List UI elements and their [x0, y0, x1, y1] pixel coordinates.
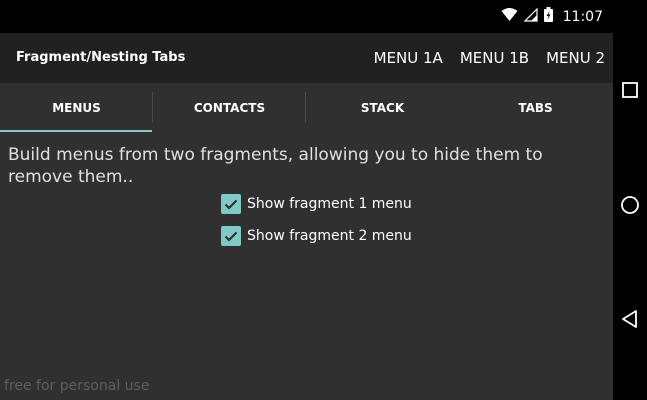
content-area: Build menus from two fragments, allowing… [0, 132, 613, 400]
fragment-1-menu-label: Show fragment 1 menu [247, 196, 412, 212]
fragment-2-menu-checkbox-row[interactable]: Show fragment 2 menu [221, 226, 412, 246]
cell-signal-icon [523, 7, 538, 26]
tab-menus[interactable]: MENUS [0, 83, 153, 132]
checkmark-icon [224, 231, 238, 242]
fragment-2-menu-checkbox[interactable] [221, 226, 241, 246]
app-title: Fragment/Nesting Tabs [16, 50, 186, 65]
action-bar: Fragment/Nesting Tabs MENU 1A MENU 1B ME… [0, 33, 613, 83]
fragment-1-menu-checkbox-row[interactable]: Show fragment 1 menu [221, 194, 412, 214]
fragment-2-menu-label: Show fragment 2 menu [247, 228, 412, 244]
tab-stack[interactable]: STACK [306, 83, 459, 132]
checkmark-icon [224, 199, 238, 210]
tab-bar: MENUS CONTACTS STACK TABS [0, 83, 613, 132]
status-bar: 11:07 [0, 0, 613, 33]
recents-square-icon [622, 82, 638, 98]
fragment-1-menu-checkbox[interactable] [221, 194, 241, 214]
back-triangle-icon [622, 310, 637, 328]
home-button[interactable] [620, 195, 640, 215]
status-time: 11:07 [562, 8, 603, 25]
battery-charging-icon [543, 7, 553, 26]
home-circle-icon [621, 196, 639, 214]
app-screen: 11:07 Fragment/Nesting Tabs MENU 1A MENU… [0, 0, 613, 400]
recents-button[interactable] [620, 80, 640, 100]
menu-1b-button[interactable]: MENU 1B [460, 49, 529, 67]
tab-tabs[interactable]: TABS [459, 83, 612, 132]
menu-2-button[interactable]: MENU 2 [546, 49, 605, 67]
status-icons: 11:07 [501, 0, 603, 33]
description-text: Build menus from two fragments, allowing… [8, 145, 543, 187]
overflow-menu: MENU 1A MENU 1B MENU 2 [357, 33, 605, 83]
navigation-bar [613, 0, 647, 400]
menu-1a-button[interactable]: MENU 1A [374, 49, 443, 67]
wifi-icon [501, 7, 518, 26]
tab-contacts[interactable]: CONTACTS [153, 83, 306, 132]
back-button[interactable] [620, 309, 640, 329]
watermark-text: free for personal use [4, 378, 150, 394]
